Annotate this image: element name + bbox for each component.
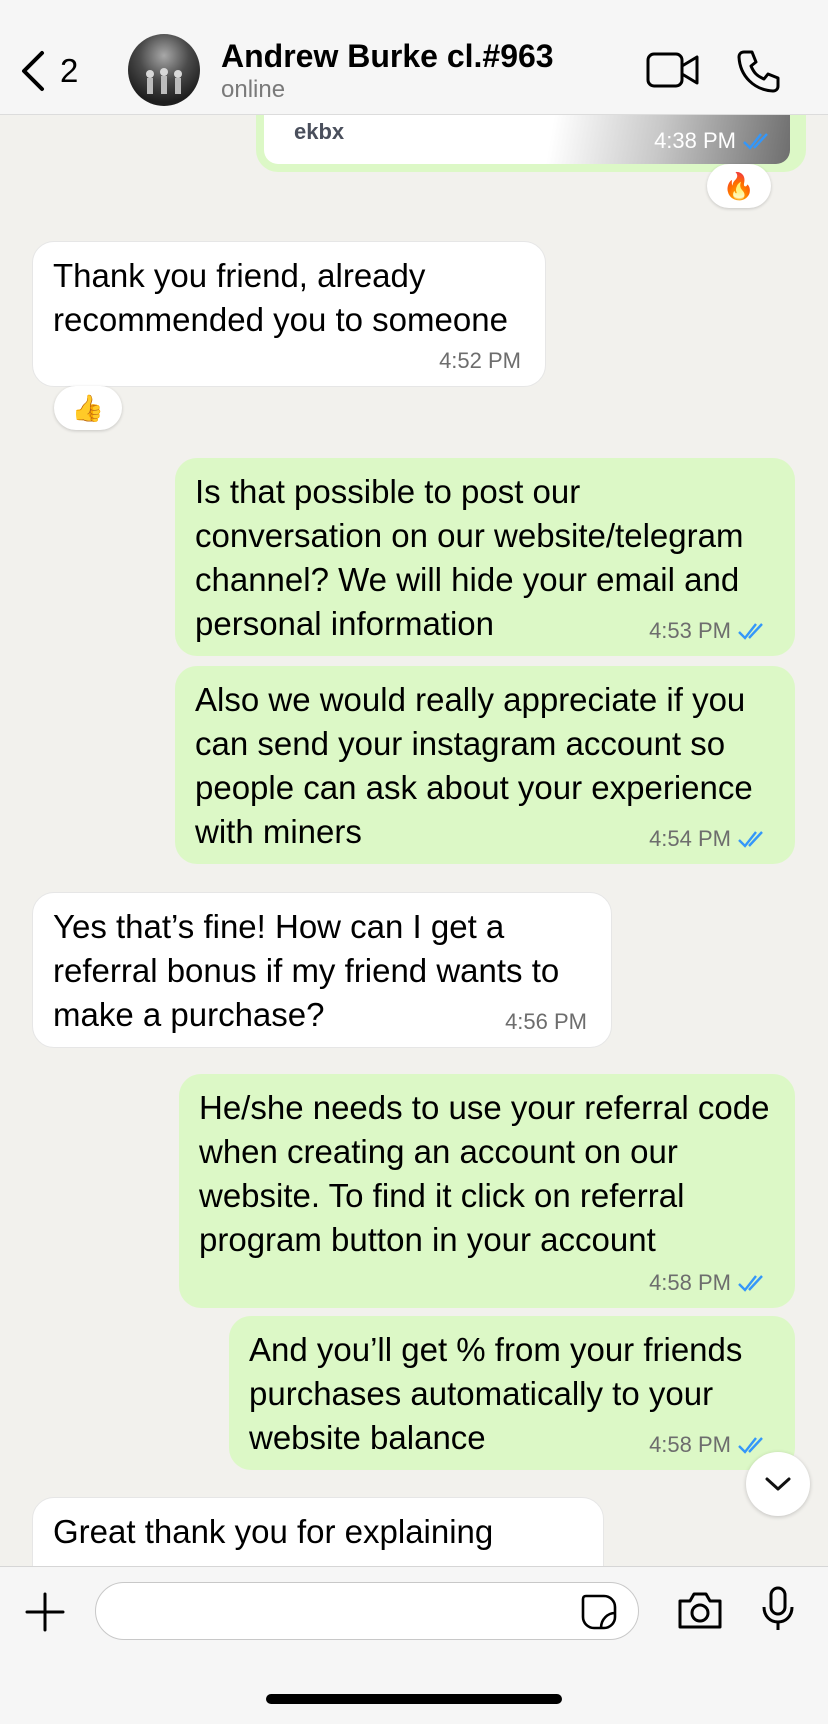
message-meta: 4:58 PM (649, 1432, 771, 1458)
contact-name: Andrew Burke cl.#963 (221, 38, 554, 74)
avatar-image (146, 68, 182, 94)
plus-icon (25, 1592, 65, 1632)
read-ticks-icon (743, 133, 768, 150)
read-ticks-icon (738, 623, 763, 640)
chat-header: 2 Andrew Burke cl.#963 online (0, 0, 828, 115)
sticker-icon[interactable] (580, 1593, 618, 1631)
message-bubble-outgoing[interactable]: Is that possible to post our conversatio… (175, 458, 795, 656)
read-ticks-icon (738, 1437, 763, 1454)
camera-icon (678, 1592, 722, 1629)
message-time: 4:58 PM (649, 1270, 731, 1295)
message-time: 4:53 PM (649, 618, 731, 643)
message-bubble-incoming[interactable]: Great thank you for explaining (32, 1497, 604, 1566)
avatar[interactable] (128, 34, 200, 106)
fire-emoji-reaction: 🔥 (722, 170, 756, 201)
attach-button[interactable] (24, 1591, 66, 1638)
chevron-down-icon (765, 1477, 791, 1491)
contact-status: online (221, 76, 286, 103)
message-time: 4:52 PM (439, 348, 521, 373)
chevron-left-icon (22, 51, 44, 91)
back-button[interactable]: 2 (18, 44, 78, 98)
scroll-to-bottom-button[interactable] (746, 1452, 810, 1516)
message-meta: 4:56 PM (505, 1009, 587, 1035)
message-meta: 4:54 PM (649, 826, 771, 852)
message-time: 4:38 PM (654, 128, 736, 153)
home-indicator (266, 1694, 562, 1704)
thumbs-up-emoji-reaction: 👍 (71, 392, 105, 423)
contact-info[interactable]: Andrew Burke cl.#963 online (221, 36, 554, 104)
link-preview-text: ekbx (294, 119, 345, 144)
reaction-badge[interactable]: 👍 (54, 386, 122, 430)
reaction-badge[interactable]: 🔥 (707, 164, 771, 208)
video-camera-icon (646, 52, 699, 88)
voice-message-button[interactable] (760, 1585, 796, 1638)
video-call-button[interactable] (646, 50, 700, 95)
message-bubble-outgoing[interactable]: And you’ll get % from your friends purch… (229, 1316, 795, 1470)
phone-icon (737, 50, 780, 93)
message-bubble-outgoing[interactable]: He/she needs to use your referral code w… (179, 1074, 795, 1308)
message-time: 4:54 PM (649, 826, 731, 851)
message-bubble-outgoing[interactable]: Also we would really appreciate if you c… (175, 666, 795, 864)
message-meta: 4:52 PM (439, 348, 521, 374)
message-text: Great thank you for explaining (53, 1513, 494, 1550)
message-bubble-incoming[interactable]: Yes that’s fine! How can I get a referra… (32, 892, 612, 1048)
message-text: Thank you friend, already recommended yo… (53, 257, 508, 338)
message-meta: 4:58 PM (649, 1270, 771, 1296)
voice-call-button[interactable] (736, 48, 782, 99)
read-ticks-icon (738, 831, 763, 848)
read-ticks-icon (738, 1275, 763, 1292)
message-text: He/she needs to use your referral code w… (199, 1089, 770, 1258)
microphone-icon (762, 1586, 794, 1630)
message-meta: 4:38 PM (654, 128, 776, 154)
message-bubble-incoming[interactable]: Thank you friend, already recommended yo… (32, 241, 546, 387)
message-time: 4:58 PM (649, 1432, 731, 1457)
message-input[interactable] (95, 1582, 639, 1640)
composer-bar (0, 1566, 828, 1724)
camera-button[interactable] (676, 1589, 724, 1636)
chat-area[interactable]: ekbx 4:38 PM 🔥 Thank you friend, already… (0, 0, 828, 1566)
message-time: 4:56 PM (505, 1009, 587, 1034)
unread-count: 2 (60, 52, 79, 89)
message-meta: 4:53 PM (649, 618, 771, 644)
